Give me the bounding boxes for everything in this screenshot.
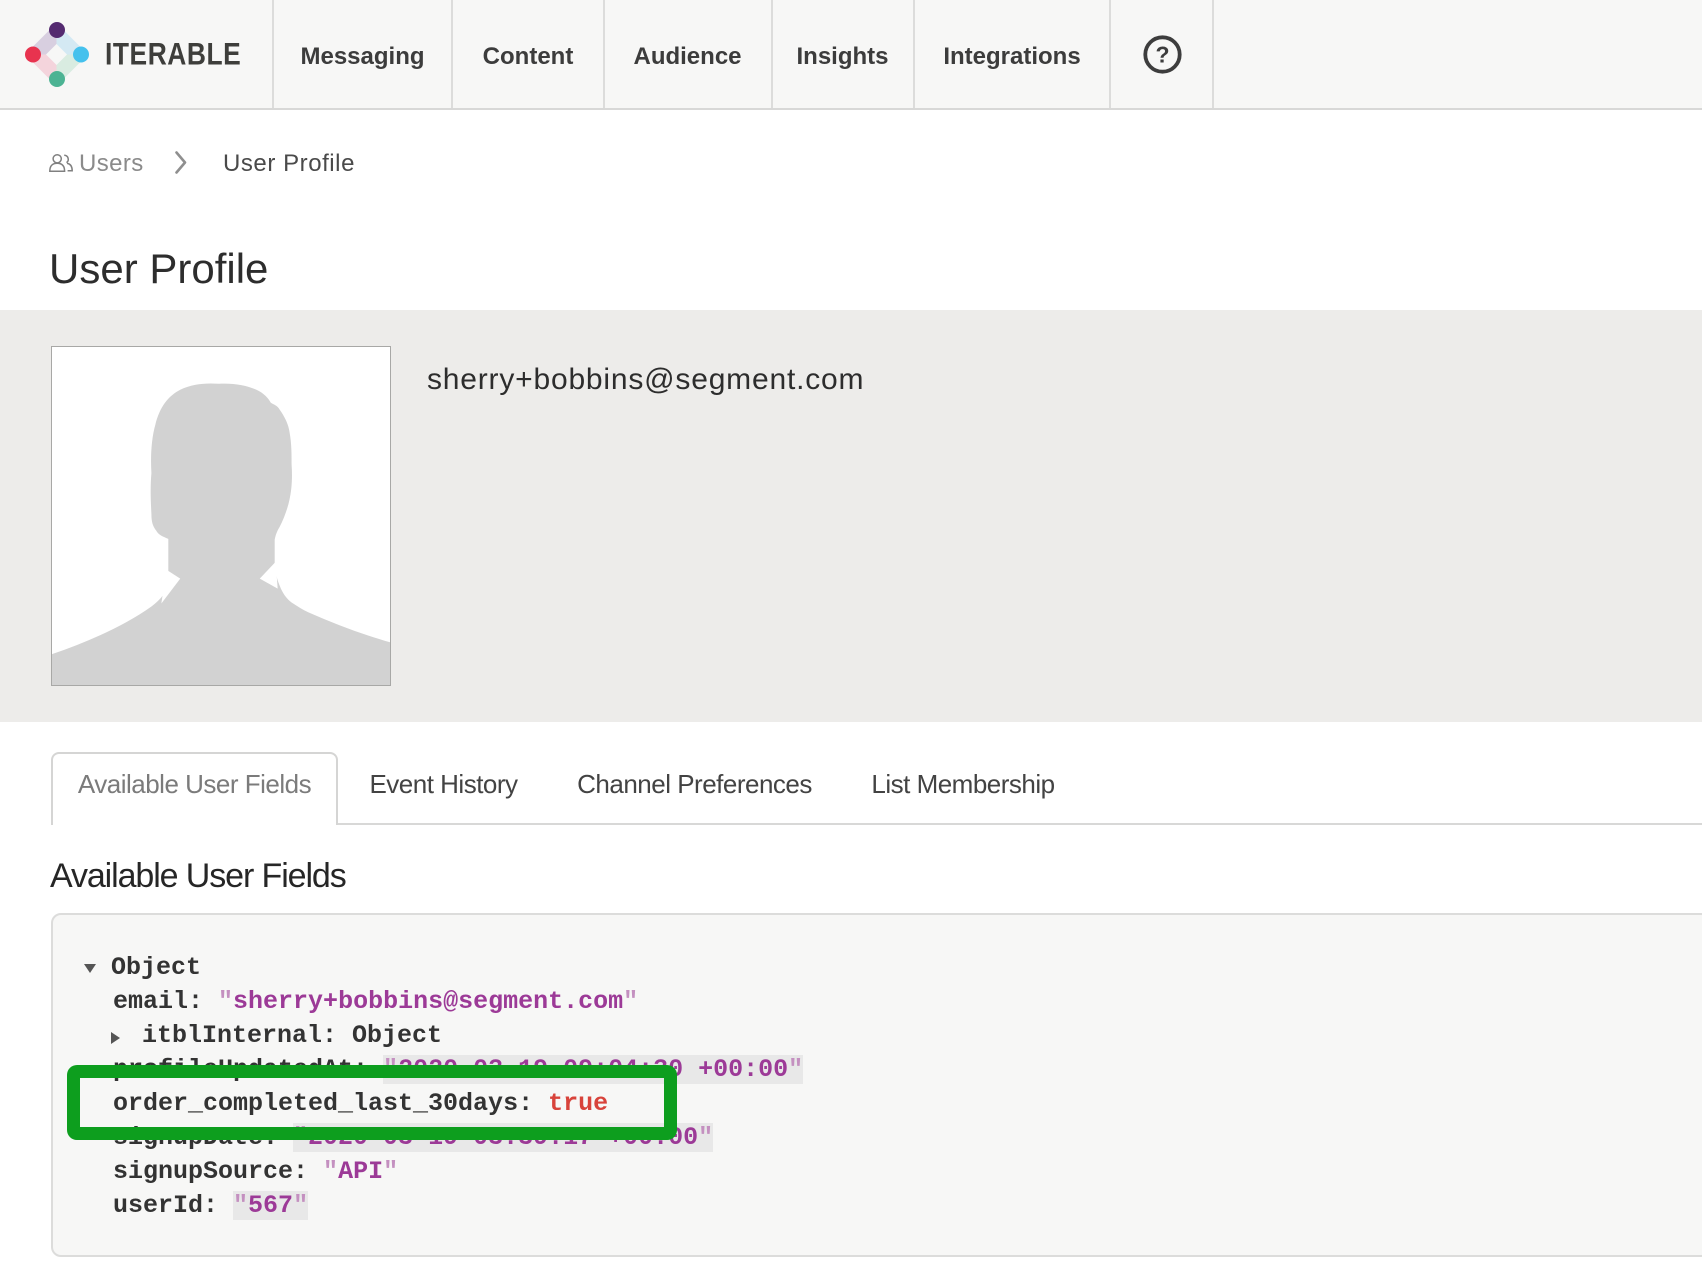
svg-text:?: ? (1155, 42, 1169, 68)
